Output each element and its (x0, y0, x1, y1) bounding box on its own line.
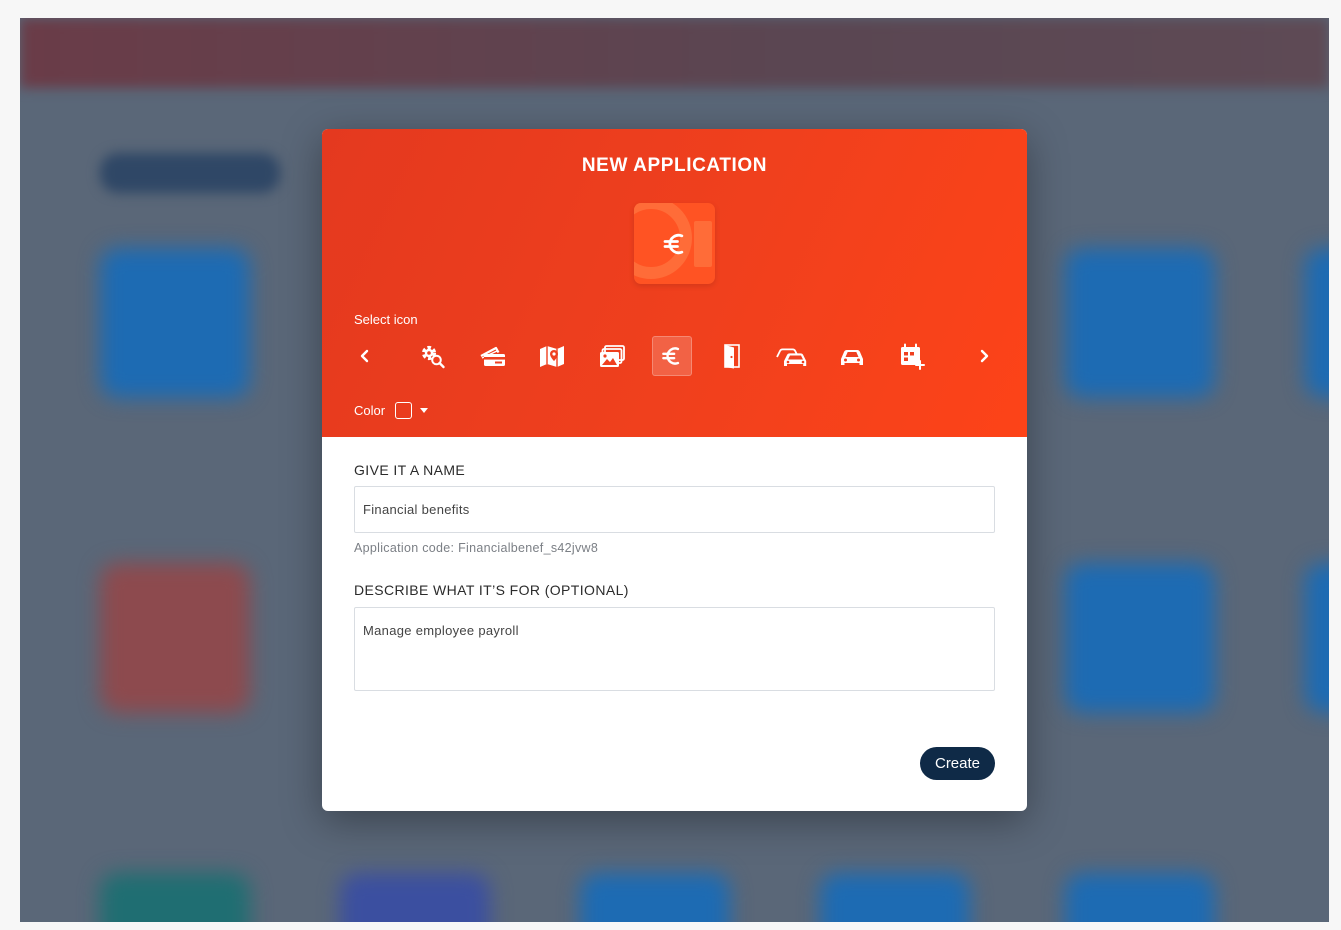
background-tile (1065, 563, 1215, 713)
euro-icon[interactable] (652, 336, 692, 376)
new-application-dialog: NEW APPLICATION Select icon Color GIVE I… (322, 129, 1027, 811)
dialog-title: NEW APPLICATION (581, 155, 768, 176)
door-icon[interactable] (712, 336, 752, 376)
description-section-label: DESCRIBE WHAT IT’S FOR (OPTIONAL) (354, 582, 629, 598)
background-tile (1305, 563, 1329, 713)
background-tile (820, 873, 970, 922)
background-tile (100, 248, 250, 398)
photos-icon[interactable] (592, 336, 632, 376)
credit-cards-icon[interactable] (472, 336, 512, 376)
map-pin-icon[interactable] (532, 336, 572, 376)
background-tile (580, 873, 730, 922)
application-code-hint: Application code: Financialbenef_s42jvw8 (354, 541, 599, 555)
chevron-right-icon[interactable] (964, 336, 1004, 376)
background-chip (100, 153, 280, 193)
cars-icon[interactable] (772, 336, 812, 376)
select-icon-label: Select icon (354, 312, 418, 327)
color-label: Color (354, 402, 386, 418)
euro-icon (634, 203, 715, 284)
background-tile (340, 873, 490, 922)
description-textarea[interactable]: Manage employee payroll (354, 607, 995, 691)
name-section-label: GIVE IT A NAME (354, 462, 466, 478)
icon-picker (348, 334, 1003, 378)
background-topbar (20, 18, 1329, 88)
dialog-header: NEW APPLICATION Select icon Color (322, 129, 1027, 437)
caret-down-icon[interactable] (420, 407, 429, 413)
create-button[interactable]: Create (920, 747, 995, 780)
background-tile (1065, 873, 1215, 922)
background-tile (1305, 248, 1329, 398)
app-name-input[interactable] (354, 486, 995, 533)
background-tile (1065, 248, 1215, 398)
calendar-add-icon[interactable] (892, 336, 932, 376)
app-icon-preview (634, 203, 715, 284)
color-picker[interactable]: Color (354, 399, 429, 421)
background-tile (100, 563, 250, 713)
car-icon[interactable] (832, 336, 872, 376)
background-tile (100, 873, 250, 922)
chevron-left-icon[interactable] (345, 336, 385, 376)
gear-search-icon[interactable] (412, 336, 452, 376)
color-swatch[interactable] (395, 401, 413, 419)
